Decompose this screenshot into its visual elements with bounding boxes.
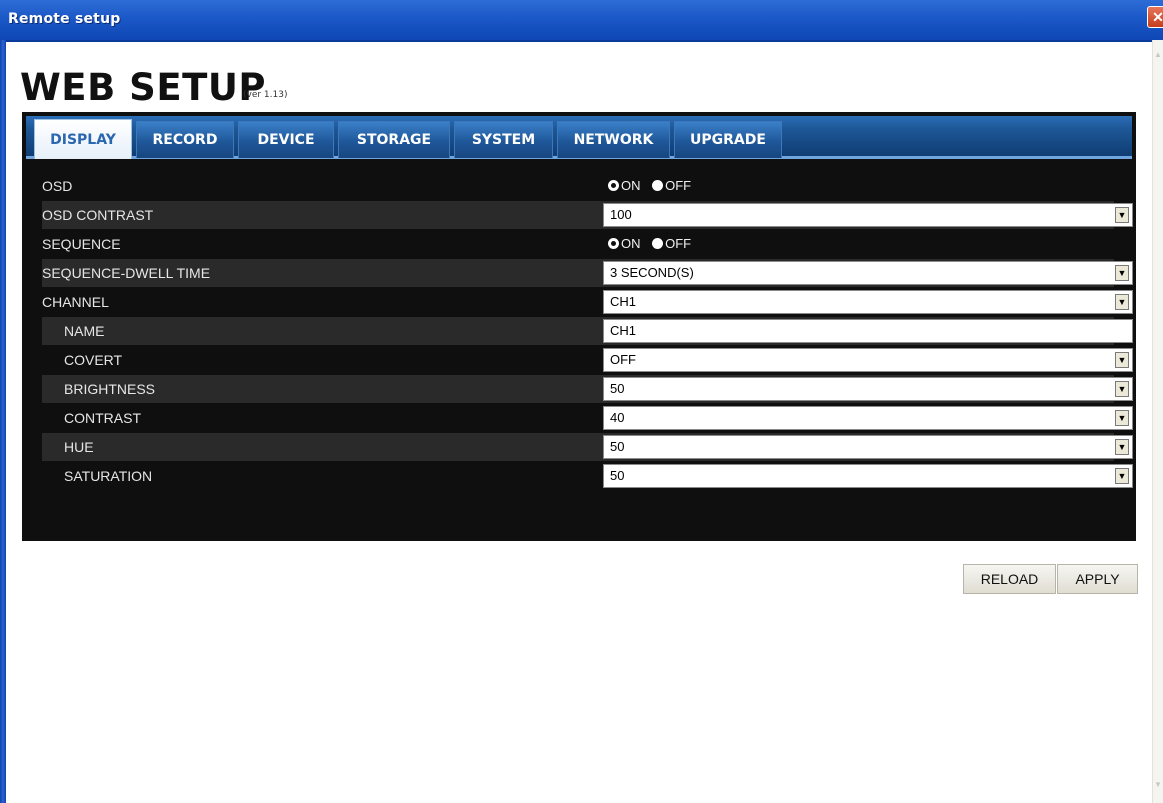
- setting-row-hue: HUE 50 ▼: [42, 433, 1133, 461]
- brightness-value: 50: [610, 381, 625, 396]
- scroll-down-arrow-icon[interactable]: ▼: [1154, 780, 1162, 790]
- channel-label: CHANNEL: [42, 294, 109, 310]
- sequence-label: SEQUENCE: [42, 236, 121, 252]
- covert-value: OFF: [610, 352, 636, 367]
- contrast-value: 40: [610, 410, 625, 425]
- chevron-down-icon[interactable]: ▼: [1115, 294, 1129, 310]
- page-title: WEB SETUP: [20, 66, 266, 109]
- channel-select[interactable]: CH1 ▼: [603, 290, 1133, 314]
- saturation-select[interactable]: 50 ▼: [603, 464, 1133, 488]
- channel-value: CH1: [610, 294, 637, 309]
- tab-record[interactable]: RECORD: [136, 121, 234, 158]
- osd-contrast-select[interactable]: 100 ▼: [603, 203, 1133, 227]
- brightness-select[interactable]: 50 ▼: [603, 377, 1133, 401]
- hue-select[interactable]: 50 ▼: [603, 435, 1133, 459]
- radio-checked-icon[interactable]: [608, 180, 619, 191]
- tab-storage[interactable]: STORAGE: [338, 121, 450, 158]
- sequence-on-option[interactable]: ON: [608, 230, 641, 258]
- window-frame-left: [0, 40, 6, 803]
- chevron-down-icon[interactable]: ▼: [1115, 352, 1129, 368]
- radio-checked-icon[interactable]: [608, 238, 619, 249]
- tab-device[interactable]: DEVICE: [238, 121, 334, 158]
- name-input[interactable]: CH1: [603, 319, 1133, 343]
- saturation-value: 50: [610, 468, 625, 483]
- chevron-down-icon[interactable]: ▼: [1115, 381, 1129, 397]
- tab-system[interactable]: SYSTEM: [454, 121, 553, 158]
- tab-bar: DISPLAY RECORD DEVICE STORAGE SYSTEM NET…: [26, 116, 1132, 159]
- chevron-down-icon[interactable]: ▼: [1115, 207, 1129, 223]
- sequence-dwell-value: 3 SECOND(S): [610, 265, 694, 280]
- setting-row-sequence: SEQUENCE ON OFF: [42, 230, 1114, 258]
- window-titlebar: Remote setup ✕: [0, 0, 1163, 42]
- settings-panel: DISPLAY RECORD DEVICE STORAGE SYSTEM NET…: [22, 112, 1136, 541]
- osd-contrast-value: 100: [610, 207, 632, 222]
- radio-unchecked-icon[interactable]: [652, 238, 664, 249]
- tab-display[interactable]: DISPLAY: [34, 119, 132, 159]
- radio-unchecked-icon[interactable]: [652, 180, 664, 191]
- chevron-down-icon[interactable]: ▼: [1115, 468, 1129, 484]
- osd-on-option[interactable]: ON: [608, 172, 641, 200]
- setting-row-contrast: CONTRAST 40 ▼: [42, 404, 1133, 432]
- setting-row-channel: CHANNEL CH1 ▼: [42, 288, 1133, 316]
- osd-contrast-label: OSD CONTRAST: [42, 207, 154, 223]
- setting-row-brightness: BRIGHTNESS 50 ▼: [42, 375, 1133, 403]
- setting-row-osd-contrast: OSD CONTRAST 100 ▼: [42, 201, 1133, 229]
- tab-upgrade[interactable]: UPGRADE: [674, 121, 782, 158]
- tab-network[interactable]: NETWORK: [557, 121, 670, 158]
- scroll-up-arrow-icon[interactable]: ▲: [1154, 50, 1162, 60]
- setting-row-saturation: SATURATION 50 ▼: [42, 462, 1133, 490]
- hue-label: HUE: [64, 439, 94, 455]
- setting-row-name: NAME CH1: [42, 317, 1133, 345]
- sequence-dwell-select[interactable]: 3 SECOND(S) ▼: [603, 261, 1133, 285]
- covert-select[interactable]: OFF ▼: [603, 348, 1133, 372]
- hue-value: 50: [610, 439, 625, 454]
- vertical-scrollbar[interactable]: [1152, 40, 1163, 803]
- osd-label: OSD: [42, 178, 73, 194]
- setting-row-covert: COVERT OFF ▼: [42, 346, 1133, 374]
- reload-button[interactable]: RELOAD: [963, 564, 1056, 594]
- version-label: (ver 1.13): [243, 90, 288, 100]
- sequence-dwell-label: SEQUENCE-DWELL TIME: [42, 265, 211, 281]
- sequence-radio-group: ON OFF: [608, 230, 699, 258]
- name-label: NAME: [64, 323, 105, 339]
- window-title: Remote setup: [8, 11, 121, 27]
- setting-row-osd: OSD ON OFF: [42, 172, 1114, 200]
- covert-label: COVERT: [64, 352, 123, 368]
- sequence-off-option[interactable]: OFF: [652, 230, 691, 258]
- osd-radio-group: ON OFF: [608, 172, 699, 200]
- osd-off-option[interactable]: OFF: [652, 172, 691, 200]
- setting-row-sequence-dwell: SEQUENCE-DWELL TIME 3 SECOND(S) ▼: [42, 259, 1133, 287]
- apply-button[interactable]: APPLY: [1057, 564, 1138, 594]
- chevron-down-icon[interactable]: ▼: [1115, 439, 1129, 455]
- brightness-label: BRIGHTNESS: [64, 381, 156, 397]
- chevron-down-icon[interactable]: ▼: [1115, 265, 1129, 281]
- close-icon[interactable]: ✕: [1147, 6, 1163, 28]
- contrast-label: CONTRAST: [64, 410, 141, 426]
- chevron-down-icon[interactable]: ▼: [1115, 410, 1129, 426]
- contrast-select[interactable]: 40 ▼: [603, 406, 1133, 430]
- saturation-label: SATURATION: [64, 468, 153, 484]
